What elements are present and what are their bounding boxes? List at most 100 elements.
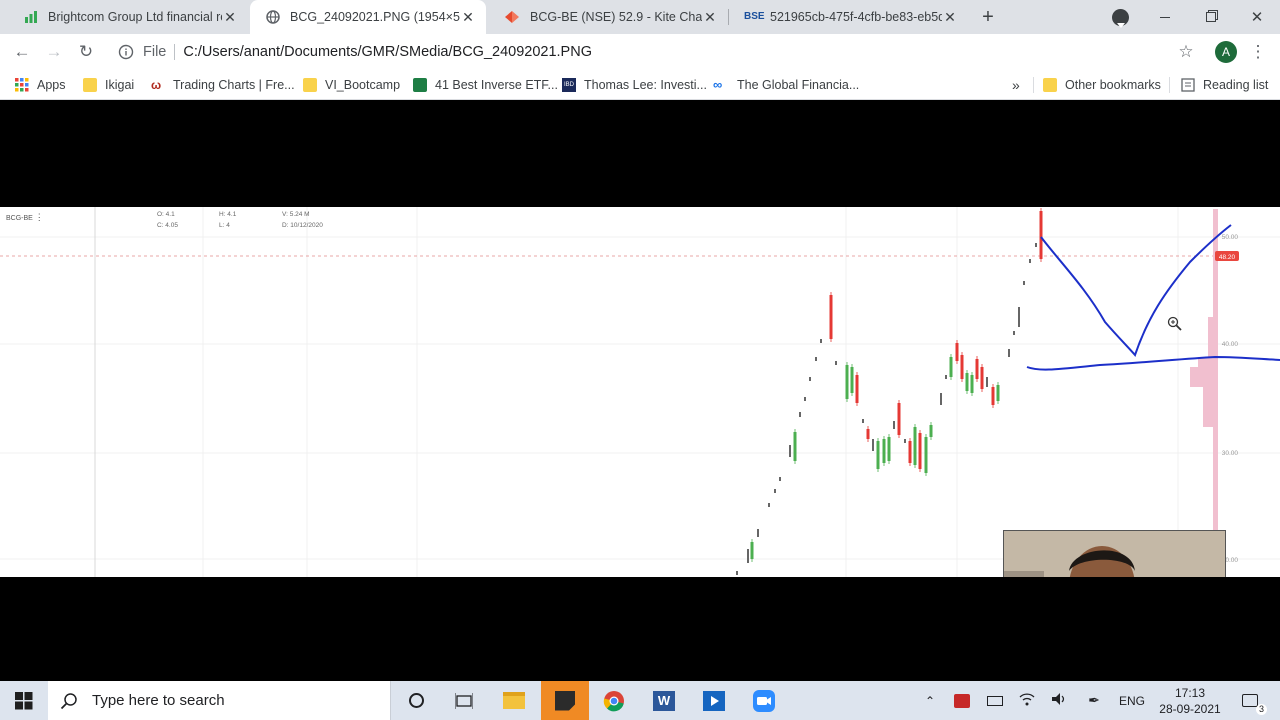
other-bookmarks[interactable]: Other bookmarks bbox=[1043, 70, 1161, 100]
candle bbox=[736, 571, 738, 575]
candle bbox=[862, 419, 864, 423]
close-tab-icon[interactable]: ✕ bbox=[460, 9, 476, 26]
reading-list[interactable]: Reading list bbox=[1181, 70, 1268, 100]
reload-button[interactable]: ↻ bbox=[72, 38, 100, 66]
chevron-up-icon: ⌃ bbox=[924, 693, 936, 708]
price-badge: 48.20 bbox=[1219, 254, 1236, 261]
battery-button[interactable] bbox=[983, 681, 1007, 720]
restore-icon bbox=[1206, 12, 1216, 22]
show-hidden-icons-button[interactable]: ⌃ bbox=[920, 681, 940, 720]
new-tab-button[interactable]: + bbox=[976, 4, 1000, 30]
tradingview-icon: ω bbox=[151, 78, 162, 92]
profile-avatar[interactable]: A bbox=[1215, 41, 1237, 63]
candle bbox=[1023, 281, 1025, 285]
back-button[interactable]: ← bbox=[8, 38, 36, 66]
network-button[interactable] bbox=[1015, 681, 1039, 720]
bookmark-thomas-lee[interactable]: IBD Thomas Lee: Investi... bbox=[562, 70, 707, 100]
zoom-cursor-icon bbox=[1167, 316, 1182, 331]
candle bbox=[940, 393, 942, 405]
link-icon: ∞ bbox=[713, 77, 723, 92]
candle bbox=[1008, 349, 1010, 357]
taskbar-chrome[interactable] bbox=[590, 681, 638, 720]
bookmark-vi-bootcamp[interactable]: VI_Bootcamp bbox=[303, 70, 400, 100]
close-icon: ✕ bbox=[1250, 9, 1264, 26]
hand-drawn-v-line bbox=[1040, 224, 1232, 357]
ohlc-high: H: 4.1 bbox=[219, 211, 237, 218]
tab-brightcom-financials[interactable]: Brightcom Group Ltd financial re ✕ bbox=[8, 0, 248, 34]
bookmarks-overflow-button[interactable]: » bbox=[1012, 70, 1020, 100]
bookmark-label: VI_Bootcamp bbox=[325, 78, 401, 92]
bookmark-trading-charts[interactable]: ω Trading Charts | Fre... bbox=[151, 70, 295, 100]
candle bbox=[779, 477, 781, 481]
address-bar[interactable]: File C:/Users/anant/Documents/GMR/SMedia… bbox=[108, 38, 1208, 66]
start-button[interactable] bbox=[0, 681, 48, 720]
candle bbox=[799, 412, 801, 417]
tray-app-icon[interactable] bbox=[950, 681, 974, 720]
bookmark-apps[interactable]: Apps bbox=[15, 70, 66, 100]
menu-button[interactable]: ⋮ bbox=[1244, 38, 1272, 66]
pen-workspace-button[interactable]: ✒ bbox=[1082, 681, 1106, 720]
notification-count: 3 bbox=[1256, 704, 1267, 715]
price-chart: 48.20 50.00 40.00 30.00 20.00 bbox=[0, 207, 1280, 577]
action-center-button[interactable]: 3 bbox=[1232, 681, 1268, 720]
candle bbox=[757, 529, 759, 537]
candle bbox=[835, 361, 837, 365]
clock-date: 28-09-2021 bbox=[1159, 701, 1221, 716]
hand-drawn-support-line bbox=[1026, 355, 1280, 371]
y-tick-30: 30.00 bbox=[1222, 450, 1239, 457]
taskbar-search[interactable]: Type here to search bbox=[48, 681, 391, 720]
bookmark-ikigai[interactable]: Ikigai bbox=[83, 70, 134, 100]
restore-button[interactable] bbox=[1188, 0, 1234, 34]
language-indicator[interactable]: ENG bbox=[1114, 681, 1150, 720]
bookmark-star-button[interactable]: ☆ bbox=[1172, 38, 1200, 66]
tab-kite-chart[interactable]: BCG-BE (NSE) 52.9 - Kite Chart ✕ bbox=[488, 0, 728, 34]
volume-button[interactable] bbox=[1047, 681, 1071, 720]
taskbar-sticky-notes[interactable] bbox=[541, 681, 589, 720]
minimize-button[interactable] bbox=[1142, 0, 1188, 34]
close-window-button[interactable]: ✕ bbox=[1234, 0, 1280, 34]
close-tab-icon[interactable]: ✕ bbox=[942, 9, 958, 26]
taskbar-media-player[interactable] bbox=[690, 681, 738, 720]
close-tab-icon[interactable]: ✕ bbox=[222, 9, 238, 26]
candle bbox=[1029, 259, 1031, 263]
kite-icon bbox=[504, 11, 520, 23]
candle bbox=[820, 339, 822, 343]
taskbar-zoom[interactable] bbox=[740, 681, 788, 720]
candle bbox=[904, 439, 906, 443]
candle bbox=[986, 377, 988, 387]
task-view-button[interactable] bbox=[440, 681, 488, 720]
cortana-button[interactable] bbox=[392, 681, 440, 720]
forward-button[interactable]: → bbox=[40, 38, 68, 66]
candle bbox=[747, 549, 749, 563]
info-icon bbox=[118, 44, 134, 60]
chart-symbol: BCG-BE ⋮ bbox=[6, 212, 44, 222]
tab-title: Brightcom Group Ltd financial re bbox=[48, 10, 222, 24]
ohlc-volume: V: 5.24 M bbox=[282, 211, 310, 218]
bse-icon: BSE bbox=[744, 11, 765, 22]
bookmark-global-financial[interactable]: ∞ The Global Financia... bbox=[713, 70, 859, 100]
tab-bse-document[interactable]: BSE 521965cb-475f-4cfb-be83-eb5d ✕ bbox=[728, 0, 968, 34]
close-tab-icon[interactable]: ✕ bbox=[702, 9, 718, 26]
candle bbox=[872, 439, 874, 451]
bookmarks-bar: Apps Ikigai ω Trading Charts | Fre... VI… bbox=[0, 70, 1280, 100]
candle bbox=[945, 375, 947, 379]
taskbar-word[interactable]: W bbox=[640, 681, 688, 720]
gift-icon bbox=[954, 693, 970, 708]
word-icon: W bbox=[653, 690, 675, 711]
tab-bcg-png[interactable]: BCG_24092021.PNG (1954×566) ✕ bbox=[250, 0, 486, 34]
bookmark-label: Trading Charts | Fre... bbox=[173, 78, 295, 92]
candle bbox=[789, 445, 791, 457]
ohlc-close: C: 4.05 bbox=[157, 222, 178, 229]
bookmark-inverse-etf[interactable]: 41 Best Inverse ETF... bbox=[413, 70, 558, 100]
chart-image[interactable]: 48.20 50.00 40.00 30.00 20.00 BCG-BE ⋮ O… bbox=[0, 207, 1280, 577]
notification-icon: 3 bbox=[1242, 694, 1267, 715]
taskbar-file-explorer[interactable] bbox=[490, 681, 538, 720]
chevron-down-icon bbox=[1116, 15, 1125, 28]
battery-icon bbox=[987, 695, 1003, 706]
candle bbox=[809, 377, 811, 381]
more-vert-icon: ⋮ bbox=[34, 212, 44, 222]
tab-search-button[interactable] bbox=[1112, 9, 1129, 28]
clock[interactable]: 17:13 28-09-2021 bbox=[1152, 681, 1228, 720]
presenter-video bbox=[1004, 531, 1225, 577]
tab-title: BCG-BE (NSE) 52.9 - Kite Chart bbox=[530, 10, 702, 24]
